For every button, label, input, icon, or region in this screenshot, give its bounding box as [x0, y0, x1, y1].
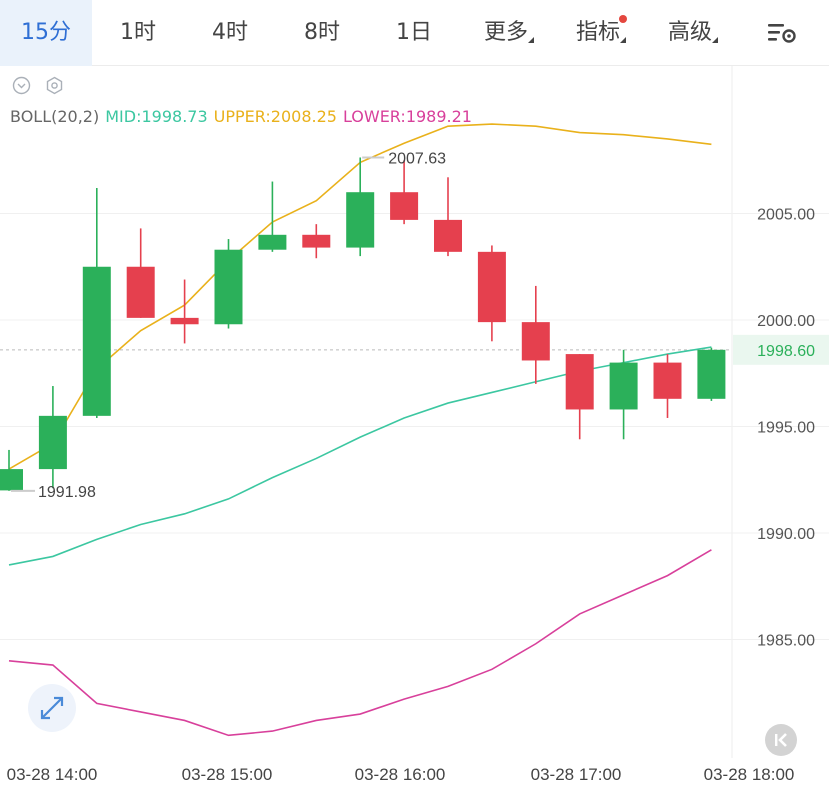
x-tick-label: 03-28 15:00 [182, 765, 273, 784]
dropdown-triangle-icon [712, 37, 718, 43]
tab-indicators[interactable]: 指标 [552, 0, 644, 66]
candle-body [434, 219, 462, 252]
x-tick-label: 03-28 17:00 [531, 765, 622, 784]
tab-15min[interactable]: 15分 [0, 0, 92, 66]
candle-body [126, 266, 155, 318]
tab-more[interactable]: 更多 [460, 0, 552, 66]
candle-body [82, 266, 111, 416]
y-tick-label: 1990.00 [757, 526, 815, 543]
tab-label: 1时 [120, 20, 156, 45]
tab-label: 4时 [212, 20, 248, 45]
candle-body [697, 349, 726, 399]
x-tick-label: 03-28 16:00 [355, 765, 446, 784]
candle-body [170, 317, 199, 325]
y-tick-label: 1985.00 [757, 633, 815, 650]
candle-body [565, 354, 594, 410]
expand-button[interactable] [28, 684, 76, 732]
candle-body [477, 251, 506, 323]
expand-arrows-icon [40, 696, 64, 720]
tab-label: 15分 [21, 20, 71, 45]
high-marker-label: 2007.63 [388, 150, 446, 167]
tab-label: 1日 [396, 20, 432, 45]
candle-body [653, 362, 682, 399]
tab-advanced[interactable]: 高级 [644, 0, 736, 66]
skip-back-icon [775, 733, 787, 747]
candle-body [390, 192, 419, 220]
candle-body [609, 362, 638, 410]
tab-1hour[interactable]: 1时 [92, 0, 184, 66]
notification-dot-icon [619, 15, 627, 23]
y-tick-label: 2000.00 [757, 313, 815, 330]
timeframe-toolbar: 15分 1时 4时 8时 1日 更多 指标 高级 [0, 0, 829, 66]
tab-label: 8时 [304, 20, 340, 45]
dropdown-triangle-icon [620, 37, 626, 43]
current-price-label: 1998.60 [757, 343, 815, 360]
candle-body [521, 322, 550, 361]
candle-body [302, 234, 331, 248]
candle-body [346, 192, 375, 248]
x-tick-label: 03-28 14:00 [7, 765, 98, 784]
y-tick-label: 1995.00 [757, 420, 815, 437]
chart-settings-icon[interactable] [764, 18, 800, 48]
back-button[interactable] [765, 724, 797, 756]
dropdown-triangle-icon [528, 37, 534, 43]
tab-4hour[interactable]: 4时 [184, 0, 276, 66]
candle-body [0, 469, 23, 491]
y-tick-label: 2005.00 [757, 207, 815, 224]
candle-body [214, 249, 243, 325]
tab-label: 更多 [483, 20, 528, 45]
boll-mid-line [8, 346, 712, 566]
tab-label: 指标 [575, 20, 620, 45]
tab-8hour[interactable]: 8时 [276, 0, 368, 66]
boll-lower-line [8, 549, 712, 737]
candle-body [38, 415, 67, 470]
tab-label: 高级 [667, 20, 712, 45]
x-tick-label: 03-28 18:00 [704, 765, 795, 784]
tab-1day[interactable]: 1日 [368, 0, 460, 66]
candlestick-chart[interactable]: 2005.00 2000.00 1995.00 1990.00 1985.00 2007.… [0, 66, 829, 790]
low-marker-label: 1991.98 [38, 484, 96, 501]
candle-body [258, 234, 287, 250]
